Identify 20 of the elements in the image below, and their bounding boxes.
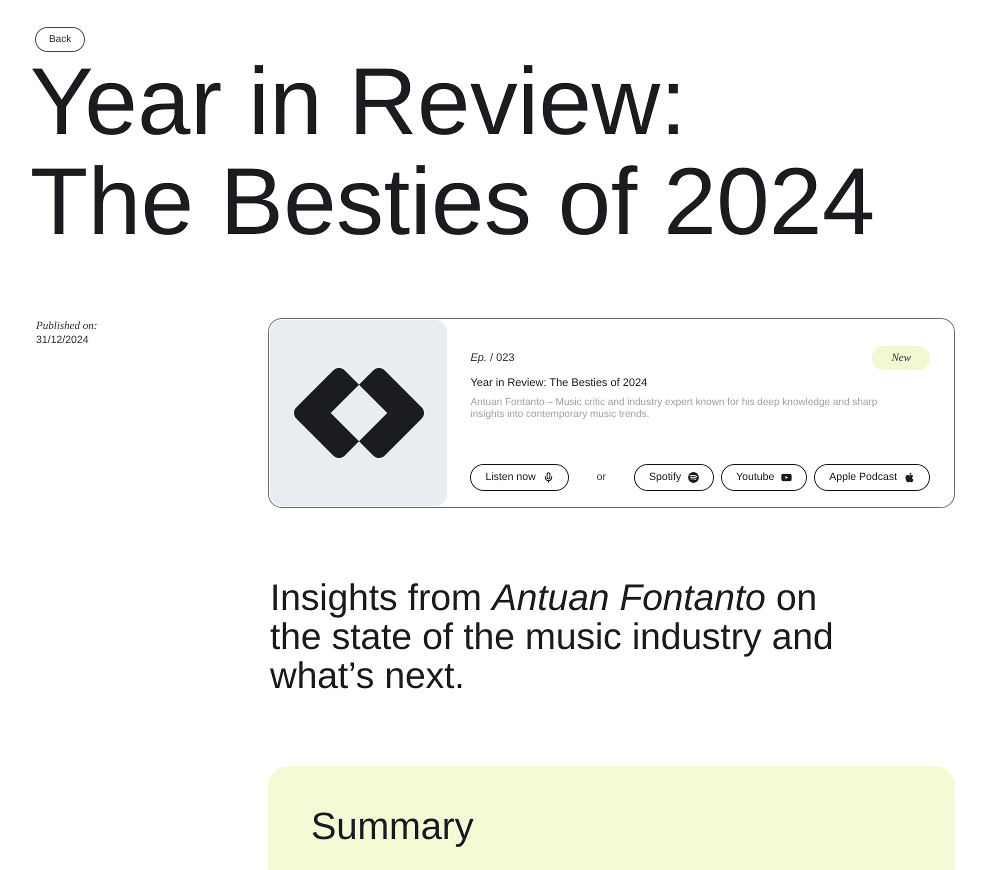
platform-button[interactable]: Youtube <box>721 464 808 491</box>
microphone-icon <box>542 472 554 483</box>
insight-heading: Insights from Antuan Fontanto on the state of the music industry and what’s next. <box>270 578 835 695</box>
episode-description: Antuan Fontanto – Music critic and industry expert known for his deep knowledge and sharp insights into contemporary music trends. <box>470 397 878 421</box>
apple-icon <box>904 472 915 483</box>
play-icon <box>781 472 792 483</box>
platform-button[interactable]: Spotify <box>634 464 714 491</box>
summary-title: Summary <box>311 806 474 848</box>
published-label: Published on: <box>36 319 98 333</box>
spotify-icon <box>688 472 700 483</box>
published-date: 31/12/2024 <box>36 333 90 348</box>
listen-now-button[interactable]: Listen now <box>470 464 569 491</box>
logo-icon <box>294 368 424 458</box>
episode-number: Ep. / 023 <box>470 350 515 366</box>
page-title: Year in Review: The Besties of 2024 <box>30 52 875 252</box>
platform-button[interactable]: Apple Podcast <box>814 464 930 491</box>
or-separator: or <box>596 470 606 485</box>
episode-title: Year in Review: The Besties of 2024 <box>470 376 648 390</box>
back-button[interactable]: Back <box>35 27 86 52</box>
new-badge: New <box>872 346 930 370</box>
